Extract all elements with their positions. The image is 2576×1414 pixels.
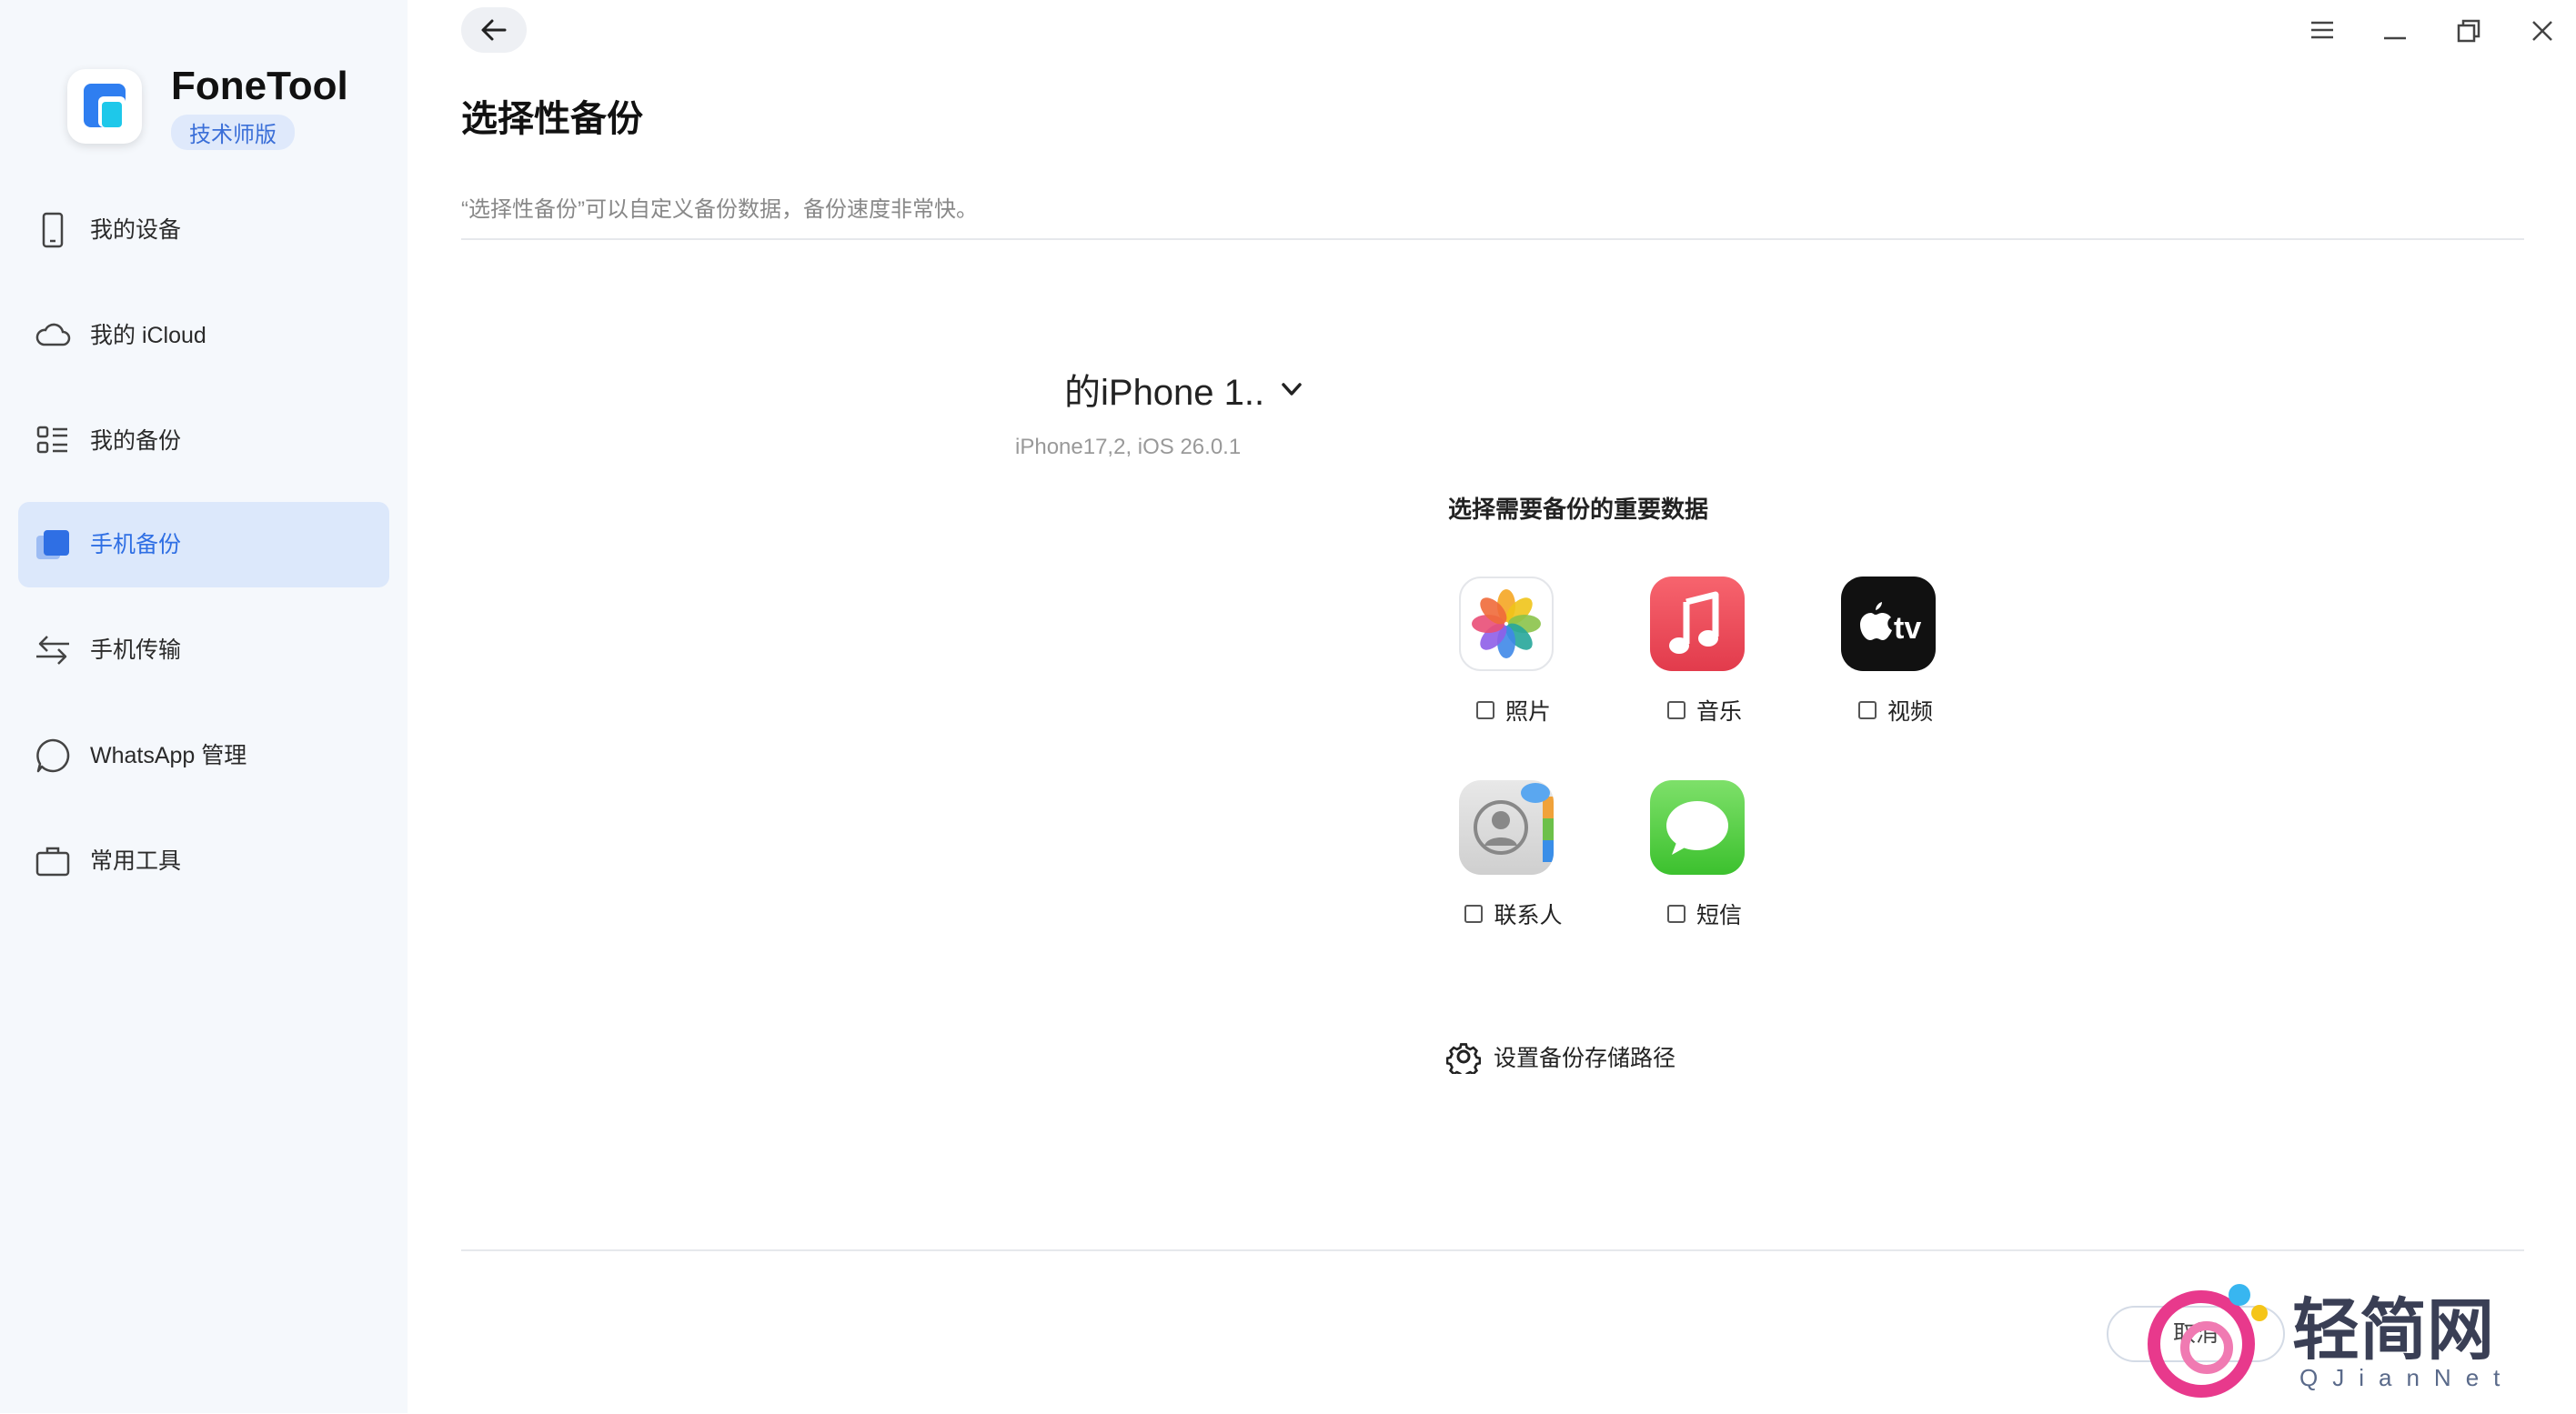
sidebar-item-whatsapp[interactable]: WhatsApp 管理 <box>18 713 389 798</box>
backup-path-settings-link[interactable]: 设置备份存储路径 <box>1446 1038 1675 1075</box>
apple-tv-icon: tv <box>1841 577 1936 671</box>
data-item-music[interactable]: 音乐 <box>1623 577 1786 758</box>
sidebar-item-label: WhatsApp 管理 <box>90 743 247 768</box>
watermark-title: 轻简网 <box>2292 1291 2494 1369</box>
sidebar-item-label: 我的 iCloud <box>90 323 206 348</box>
contacts-icon <box>1459 780 1554 875</box>
brand-name: FoneTool <box>171 64 348 108</box>
sidebar: FoneTool 技术师版 我的设备 我的 iCloud 我的备份 手机备份 手… <box>0 0 408 1413</box>
gear-icon <box>1446 1043 1481 1074</box>
video-label: 视频 <box>1887 699 1933 725</box>
sidebar-item-my-icloud[interactable]: 我的 iCloud <box>18 293 389 378</box>
phone-icon <box>42 212 64 248</box>
sidebar-item-label: 常用工具 <box>90 848 182 874</box>
sidebar-item-label: 我的备份 <box>90 428 182 454</box>
cloud-icon <box>35 323 71 346</box>
device-info: iPhone17,2, iOS 26.0.1 <box>1015 435 1242 459</box>
close-icon[interactable] <box>2526 15 2559 47</box>
video-check-row[interactable]: 视频 <box>1814 695 1977 726</box>
apple-tv-text: tv <box>1894 611 1921 646</box>
menu-icon[interactable] <box>2306 15 2339 47</box>
footer-divider <box>461 1249 2524 1251</box>
arrow-left-icon <box>481 19 507 41</box>
back-button[interactable] <box>461 7 527 53</box>
music-checkbox[interactable] <box>1666 701 1685 719</box>
page-title: 选择性备份 <box>461 99 643 139</box>
cancel-button[interactable]: 取消 <box>2107 1306 2285 1362</box>
page-description: “选择性备份”可以自定义备份数据，备份速度非常快。 <box>461 197 978 222</box>
fonetool-logo <box>67 69 142 144</box>
sidebar-item-label: 手机备份 <box>90 532 182 557</box>
messages-label: 短信 <box>1696 903 1742 928</box>
backup-icon <box>36 530 69 559</box>
music-check-row[interactable]: 音乐 <box>1623 695 1786 726</box>
photos-label: 照片 <box>1504 699 1551 725</box>
data-item-contacts[interactable]: 联系人 <box>1432 780 1595 962</box>
header-divider <box>461 238 2524 240</box>
backup-path-label: 设置备份存储路径 <box>1494 1046 1676 1071</box>
chevron-down-icon <box>1282 383 1302 396</box>
data-item-video[interactable]: tv 视频 <box>1814 577 1977 758</box>
data-item-messages[interactable]: 短信 <box>1623 780 1786 962</box>
contacts-check-row[interactable]: 联系人 <box>1432 898 1595 929</box>
device-selector[interactable]: 的iPhone 1.. <box>1064 362 1304 416</box>
messages-check-row[interactable]: 短信 <box>1623 898 1786 929</box>
music-icon <box>1650 577 1745 671</box>
photos-check-row[interactable]: 照片 <box>1432 695 1595 726</box>
transfer-icon <box>36 636 69 665</box>
data-section-title: 选择需要备份的重要数据 <box>1448 496 1709 523</box>
sidebar-item-my-backup[interactable]: 我的备份 <box>18 398 389 484</box>
restore-icon[interactable] <box>2452 15 2485 47</box>
edition-badge: 技术师版 <box>171 115 295 150</box>
watermark-subtitle: QJianNet <box>2299 1364 2514 1391</box>
photos-icon <box>1459 577 1554 671</box>
messages-checkbox[interactable] <box>1666 905 1685 923</box>
list-icon <box>36 426 67 454</box>
sidebar-item-label: 手机传输 <box>90 637 182 663</box>
toolbox-icon <box>35 847 70 877</box>
sidebar-item-tools[interactable]: 常用工具 <box>18 818 389 904</box>
messages-icon <box>1650 780 1745 875</box>
chat-bubble-icon <box>36 738 70 773</box>
device-name: 的iPhone 1.. <box>1064 373 1265 413</box>
sidebar-item-phone-backup[interactable]: 手机备份 <box>18 502 389 587</box>
music-label: 音乐 <box>1696 699 1742 725</box>
contacts-checkbox[interactable] <box>1464 905 1484 923</box>
sidebar-item-phone-transfer[interactable]: 手机传输 <box>18 607 389 693</box>
sidebar-item-my-device[interactable]: 我的设备 <box>18 187 389 273</box>
video-checkbox[interactable] <box>1857 701 1877 719</box>
sidebar-item-label: 我的设备 <box>90 217 182 243</box>
data-item-photos[interactable]: 照片 <box>1432 577 1595 758</box>
photos-checkbox[interactable] <box>1475 701 1494 719</box>
minimize-icon[interactable] <box>2379 15 2411 47</box>
contacts-label: 联系人 <box>1494 903 1563 928</box>
